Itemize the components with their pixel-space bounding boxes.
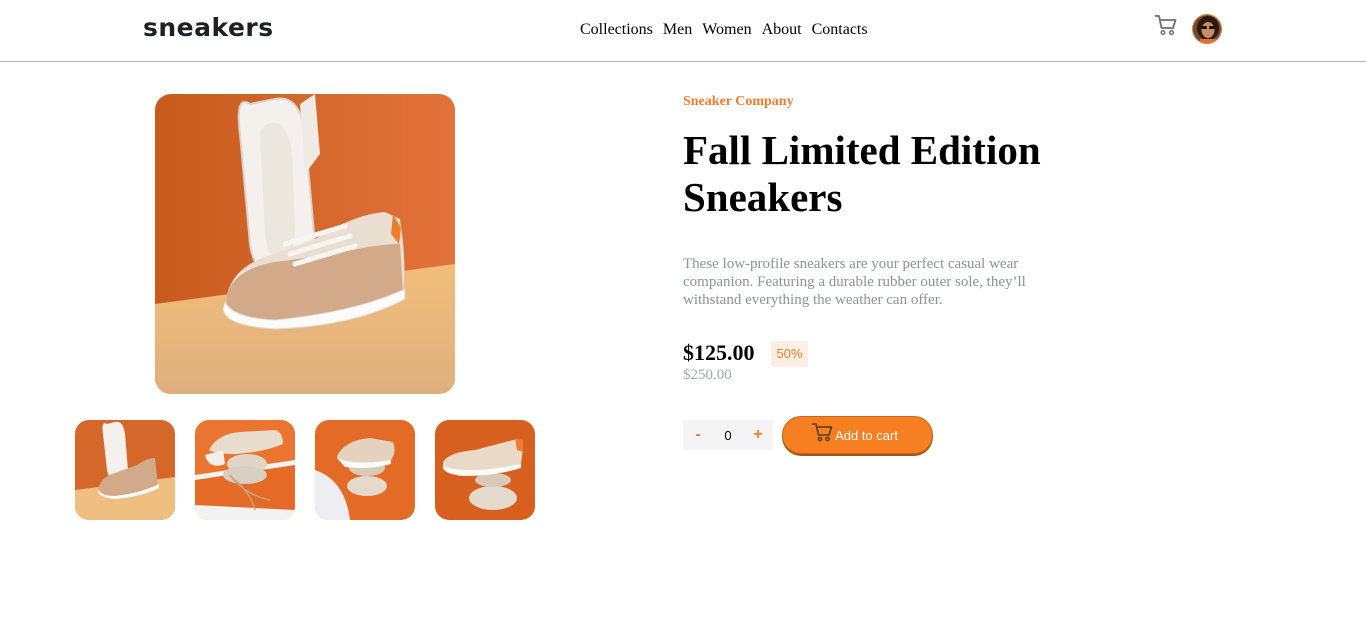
nav-link-about[interactable]: About	[762, 21, 802, 39]
main-nav: Collections Men Women About Contacts	[580, 21, 868, 39]
nav-link-collections[interactable]: Collections	[580, 21, 653, 39]
product-title: Fall Limited Edition Sneakers	[683, 127, 1041, 220]
user-avatar[interactable]	[1192, 14, 1222, 44]
site-header: sneakers Collections Men Women About Con…	[0, 0, 1366, 62]
nav-link-women[interactable]: Women	[702, 21, 751, 39]
quantity-value[interactable]: 0	[716, 428, 740, 443]
thumbnail-3[interactable]	[315, 420, 415, 520]
add-to-cart-label: Add to cart	[835, 427, 898, 443]
quantity-stepper: - 0 +	[683, 420, 773, 450]
main-product-image[interactable]	[155, 94, 455, 394]
thumbnail-list	[75, 420, 535, 520]
product-description: These low-profile sneakers are your perf…	[683, 256, 1026, 308]
decrease-quantity-button[interactable]: -	[691, 426, 705, 444]
nav-link-contacts[interactable]: Contacts	[812, 21, 868, 39]
thumbnail-1[interactable]	[75, 420, 175, 520]
discount-badge: 50%	[771, 341, 808, 367]
add-to-cart-button[interactable]: Add to cart	[782, 416, 933, 454]
cart-icon[interactable]	[1153, 12, 1179, 38]
company-name: Sneaker Company	[683, 94, 794, 109]
original-price: $250.00	[683, 367, 732, 383]
nav-link-men[interactable]: Men	[663, 21, 692, 39]
thumbnail-2[interactable]	[195, 420, 295, 520]
increase-quantity-button[interactable]: +	[751, 426, 765, 444]
thumbnail-4[interactable]	[435, 420, 535, 520]
site-logo[interactable]: sneakers	[143, 13, 274, 42]
current-price: $125.00	[683, 340, 755, 365]
cart-icon	[811, 421, 835, 443]
